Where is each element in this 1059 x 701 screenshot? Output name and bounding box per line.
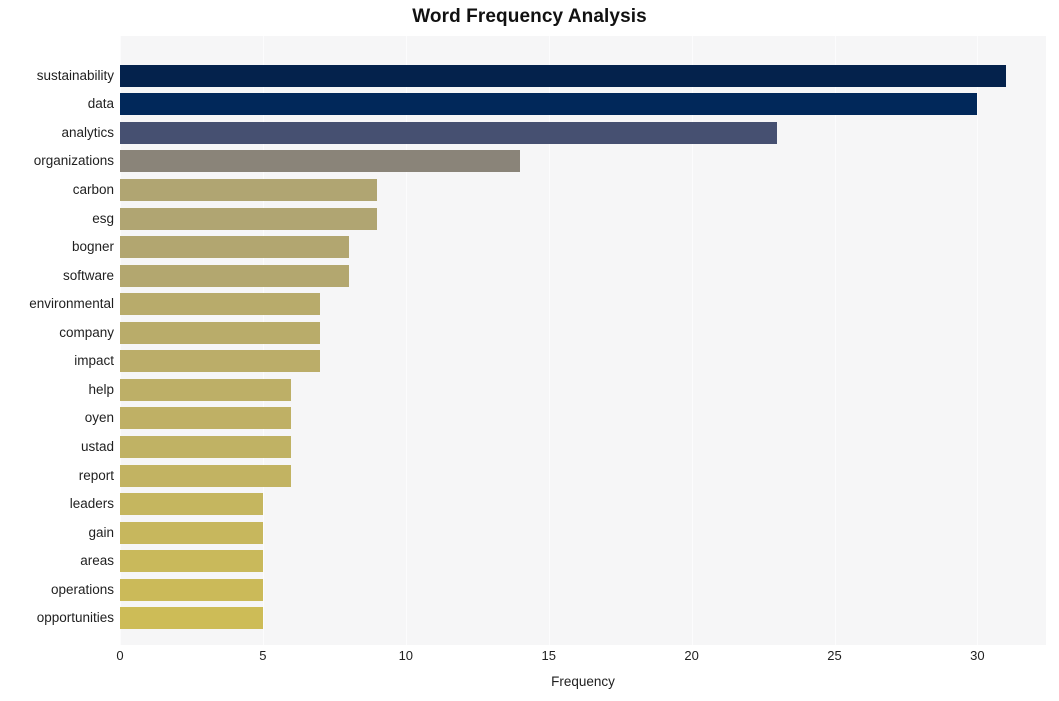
bar <box>120 578 263 601</box>
bar <box>120 64 1006 87</box>
y-axis-label: software <box>62 267 114 283</box>
y-axis-label: impact <box>74 353 114 369</box>
x-axis-tick: 30 <box>970 648 985 663</box>
y-axis-label: operations <box>50 581 114 597</box>
y-axis-label: help <box>88 381 114 397</box>
y-axis-label: opportunities <box>36 610 114 626</box>
y-axis-label: environmental <box>29 296 114 312</box>
gridline-x-25 <box>834 36 836 645</box>
x-axis-tick: 20 <box>684 648 699 663</box>
bar <box>120 207 378 230</box>
y-axis-label: analytics <box>61 124 114 140</box>
y-axis-label: areas <box>80 553 114 569</box>
y-axis-label: carbon <box>72 181 114 197</box>
bar <box>120 293 321 316</box>
bar <box>120 607 263 630</box>
bar <box>120 493 263 516</box>
chart-figure: Word Frequency Analysis sustainability da… <box>0 0 1059 701</box>
bar <box>120 407 292 430</box>
y-axis-label: sustainability <box>36 67 114 83</box>
bar <box>120 178 378 201</box>
bar <box>120 436 292 459</box>
bar <box>120 550 263 573</box>
y-axis-label: gain <box>88 524 114 540</box>
x-axis-tick: 25 <box>827 648 842 663</box>
y-axis-label: oyen <box>84 410 114 426</box>
bar <box>120 378 292 401</box>
bar <box>120 236 349 259</box>
chart-title: Word Frequency Analysis <box>412 6 647 27</box>
x-axis-tick: 10 <box>398 648 414 663</box>
x-axis-tick: 15 <box>541 648 556 663</box>
y-axis-label: bogner <box>71 239 114 255</box>
y-axis-label: organizations <box>33 153 114 169</box>
y-axis-label: company <box>59 324 114 340</box>
bar <box>120 121 778 144</box>
x-axis-title: Frequency <box>551 674 615 689</box>
bar <box>120 264 349 287</box>
y-axis-label: report <box>78 467 114 483</box>
plot-area <box>120 36 1046 645</box>
gridline-x-30 <box>977 36 979 645</box>
y-axis-label: esg <box>92 210 114 226</box>
bar <box>120 150 521 173</box>
bar <box>120 464 292 487</box>
bar <box>120 521 263 544</box>
y-axis-label: leaders <box>69 496 114 512</box>
y-axis-tick-labels: sustainability data analytics organizations… <box>0 36 114 645</box>
bar <box>120 321 321 344</box>
x-axis-tick: 5 <box>259 648 267 663</box>
bar <box>120 350 321 373</box>
x-axis-tick: 0 <box>116 648 124 663</box>
y-axis-label: ustad <box>80 439 114 455</box>
x-axis-tick-labels: 0 5 10 15 20 25 30 <box>0 648 1059 670</box>
bar <box>120 93 978 116</box>
y-axis-label: data <box>87 96 114 112</box>
